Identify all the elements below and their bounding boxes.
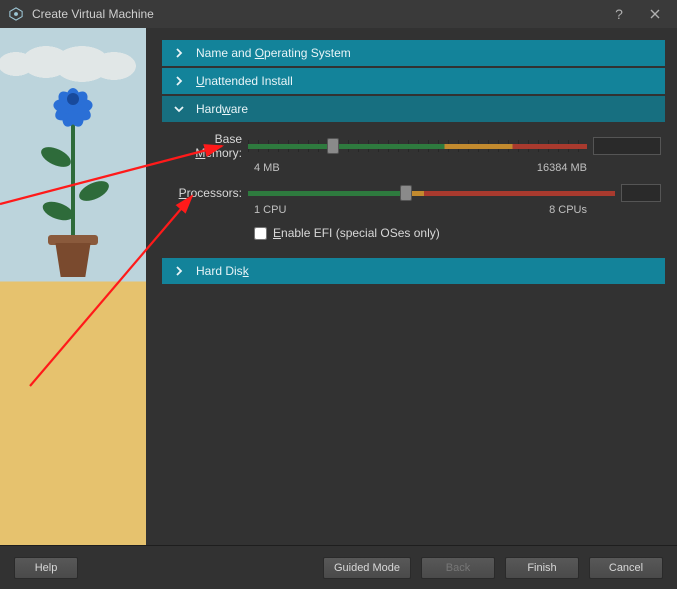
- processors-slider[interactable]: [248, 184, 615, 202]
- processors-min: 1 CPU: [254, 204, 286, 216]
- enable-efi-label: Enable EFI (special OSes only): [273, 226, 440, 240]
- finish-button[interactable]: Finish: [505, 557, 579, 579]
- section-label: Hard Disk: [196, 264, 249, 278]
- base-memory-input[interactable]: [594, 138, 677, 154]
- processors-label: Processors:: [166, 186, 248, 200]
- chevron-down-icon: [172, 102, 186, 116]
- processors-spinbox[interactable]: ▲▼: [621, 184, 661, 202]
- processors-input[interactable]: [622, 185, 677, 201]
- app-icon: [8, 6, 24, 22]
- section-label: Unattended Install: [196, 74, 293, 88]
- footer: Help Guided Mode Back Finish Cancel: [0, 545, 677, 589]
- base-memory-spinbox[interactable]: MB ▲▼: [593, 137, 661, 155]
- base-memory-slider[interactable]: [248, 137, 587, 155]
- help-button[interactable]: Help: [14, 557, 78, 579]
- chevron-right-icon: [172, 46, 186, 60]
- section-label: Hardware: [196, 102, 248, 116]
- section-hardware[interactable]: Hardware: [162, 96, 665, 122]
- section-hard-disk[interactable]: Hard Disk: [162, 258, 665, 284]
- help-icon[interactable]: ?: [605, 0, 633, 28]
- base-memory-min: 4 MB: [254, 162, 280, 174]
- base-memory-max: 16384 MB: [537, 162, 587, 174]
- back-button[interactable]: Back: [421, 557, 495, 579]
- hardware-panel: Base Memory: MB ▲▼ 4 MB 16384 MB Process…: [162, 124, 665, 258]
- section-unattended[interactable]: Unattended Install: [162, 68, 665, 94]
- titlebar: Create Virtual Machine ?: [0, 0, 677, 28]
- wizard-illustration: [0, 28, 146, 545]
- chevron-right-icon: [172, 264, 186, 278]
- cancel-button[interactable]: Cancel: [589, 557, 663, 579]
- window-title: Create Virtual Machine: [32, 7, 597, 21]
- base-memory-label: Base Memory:: [166, 132, 248, 160]
- chevron-right-icon: [172, 74, 186, 88]
- section-label: Name and Operating System: [196, 46, 351, 60]
- enable-efi-checkbox[interactable]: [254, 227, 267, 240]
- close-icon[interactable]: [641, 0, 669, 28]
- processors-max: 8 CPUs: [549, 204, 587, 216]
- guided-mode-button[interactable]: Guided Mode: [323, 557, 411, 579]
- section-name-os[interactable]: Name and Operating System: [162, 40, 665, 66]
